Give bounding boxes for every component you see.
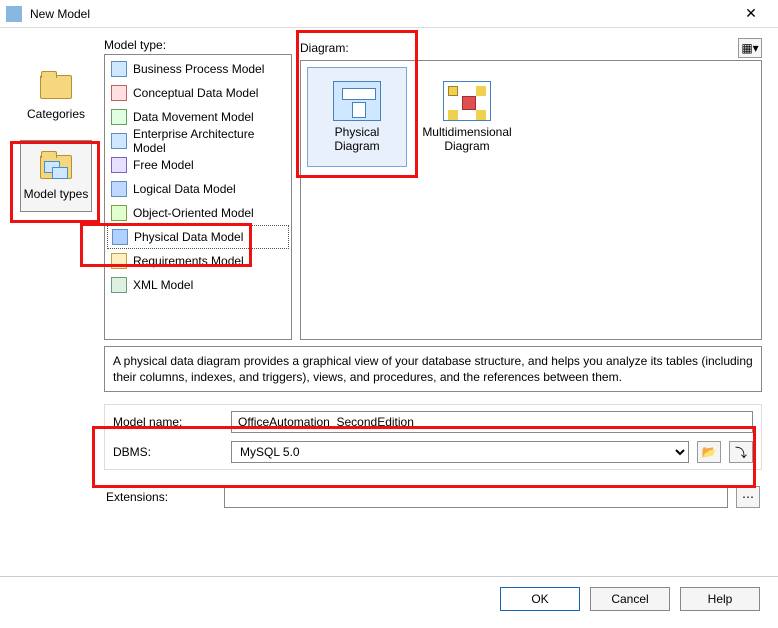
ld-icon [111, 181, 127, 197]
titlebar: New Model ✕ [0, 0, 778, 28]
top-row: Model type: Business Process Model Concep… [104, 38, 762, 340]
sidebar-item-model-types[interactable]: Model types [20, 140, 92, 212]
view-mode-button[interactable]: ▦▾ [738, 38, 762, 58]
model-type-item[interactable]: Free Model [107, 153, 289, 177]
dm-icon [111, 109, 127, 125]
close-icon[interactable]: ✕ [730, 0, 772, 28]
model-type-item[interactable]: Logical Data Model [107, 177, 289, 201]
model-types-icon [38, 151, 74, 183]
cancel-button[interactable]: Cancel [590, 587, 670, 611]
dbms-row: DBMS: MySQL 5.0 📂 ⤵ [113, 441, 753, 463]
ok-button[interactable]: OK [500, 587, 580, 611]
diagram-panel[interactable]: Physical Diagram Multidimensional Diagram [300, 60, 762, 340]
diagram-item[interactable]: Multidimensional Diagram [417, 67, 517, 167]
diagram-label: Diagram: ▦▾ [300, 38, 762, 58]
dialog-content: Categories Model types Model type: Busin… [0, 28, 778, 576]
description-text: A physical data diagram provides a graph… [113, 354, 753, 384]
model-name-input[interactable] [231, 411, 753, 433]
model-type-item-label: Conceptual Data Model [133, 86, 258, 100]
extensions-row: Extensions: ⋯ [106, 486, 760, 508]
bp-icon [111, 61, 127, 77]
cd-icon [111, 85, 127, 101]
model-form: Model name: DBMS: MySQL 5.0 📂 ⤵ [104, 404, 762, 470]
extensions-browse-button[interactable]: ⋯ [736, 486, 760, 508]
folder-icon [38, 71, 74, 103]
model-type-item-label: Logical Data Model [133, 182, 236, 196]
dbms-browse-button[interactable]: 📂 [697, 441, 721, 463]
main-column: Model type: Business Process Model Concep… [104, 38, 762, 566]
xm-icon [111, 277, 127, 293]
dbms-label: DBMS: [113, 445, 223, 459]
model-type-item-label: Requirements Model [133, 254, 244, 268]
model-type-item-label: XML Model [133, 278, 193, 292]
extensions-input[interactable] [224, 486, 728, 508]
multi-diagram-icon [443, 81, 491, 121]
grid-icon: ▦ [741, 41, 752, 55]
diagram-column: Diagram: ▦▾ Physical Diagram Multidimensi… [300, 38, 762, 340]
sidebar-item-label: Categories [27, 107, 85, 121]
sidebar-item-categories[interactable]: Categories [20, 60, 92, 132]
model-type-item[interactable]: Object-Oriented Model [107, 201, 289, 225]
model-type-item-label: Free Model [133, 158, 194, 172]
sidebar-item-label: Model types [24, 187, 89, 201]
rq-icon [111, 253, 127, 269]
dialog-footer: OK Cancel Help [0, 576, 778, 620]
model-type-item[interactable]: Physical Data Model [107, 225, 289, 249]
oo-icon [111, 205, 127, 221]
model-type-item-label: Enterprise Architecture Model [133, 127, 285, 155]
diagram-item[interactable]: Physical Diagram [307, 67, 407, 167]
help-button[interactable]: Help [680, 587, 760, 611]
category-sidebar: Categories Model types [16, 38, 96, 566]
model-name-row: Model name: [113, 411, 753, 433]
phys-diagram-icon [333, 81, 381, 121]
model-type-item-label: Business Process Model [133, 62, 264, 76]
model-type-label: Model type: [104, 38, 292, 52]
model-name-label: Model name: [113, 415, 223, 429]
model-type-item-label: Object-Oriented Model [133, 206, 254, 220]
model-type-item[interactable]: Conceptual Data Model [107, 81, 289, 105]
dbms-select[interactable]: MySQL 5.0 [231, 441, 689, 463]
ea-icon [111, 133, 127, 149]
extensions-form: Extensions: ⋯ [104, 482, 762, 512]
folder-open-icon: 📂 [702, 445, 717, 459]
model-type-item[interactable]: Business Process Model [107, 57, 289, 81]
list-icon: ⋯ [742, 490, 754, 504]
model-type-item[interactable]: XML Model [107, 273, 289, 297]
extensions-label: Extensions: [106, 490, 216, 504]
model-type-item[interactable]: Requirements Model [107, 249, 289, 273]
pd-icon [112, 229, 128, 245]
diagram-item-label: Physical Diagram [312, 125, 402, 153]
model-type-item[interactable]: Enterprise Architecture Model [107, 129, 289, 153]
app-icon [6, 6, 22, 22]
fm-icon [111, 157, 127, 173]
arrow-in-icon: ⤵ [735, 444, 747, 461]
dbms-import-button[interactable]: ⤵ [729, 441, 753, 463]
description-box: A physical data diagram provides a graph… [104, 346, 762, 392]
chevron-down-icon: ▾ [753, 41, 759, 55]
model-type-item-label: Physical Data Model [134, 230, 243, 244]
window-title: New Model [30, 7, 730, 21]
diagram-item-label: Multidimensional Diagram [422, 125, 512, 153]
model-type-column: Model type: Business Process Model Concep… [104, 38, 292, 340]
model-type-item-label: Data Movement Model [133, 110, 254, 124]
model-type-list[interactable]: Business Process Model Conceptual Data Mo… [104, 54, 292, 340]
model-type-item[interactable]: Data Movement Model [107, 105, 289, 129]
